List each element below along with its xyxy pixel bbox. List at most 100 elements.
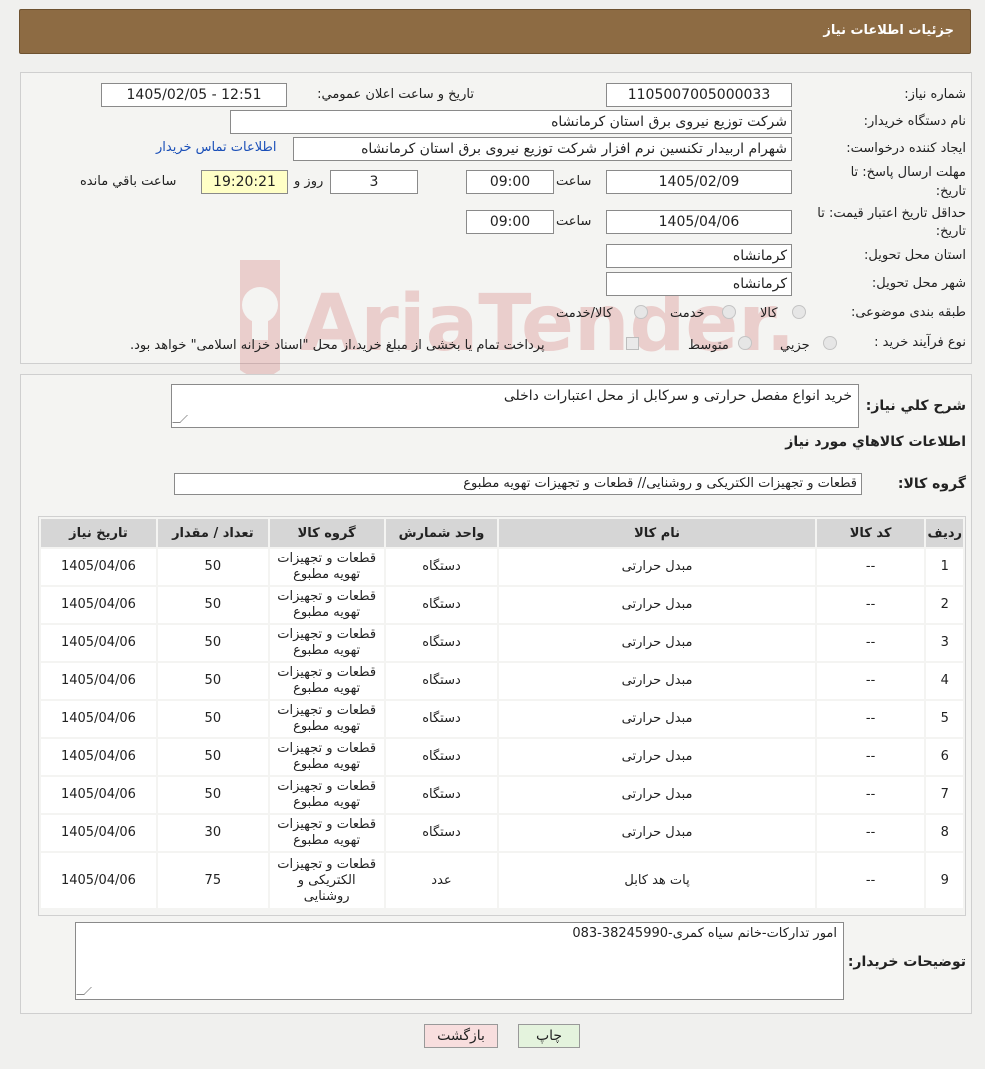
table-row: 2 -- مبدل حرارتی دستگاه قطعات و تجهیزات ت… xyxy=(41,587,963,623)
cell-date: 1405/04/06 xyxy=(41,853,156,908)
cell-code: -- xyxy=(816,739,925,775)
cell-group: قطعات و تجهیزات تهویه مطبوع xyxy=(269,625,384,661)
category-option-goods-service: کالا/خدمت xyxy=(556,306,613,321)
cell-group: قطعات و تجهیزات تهویه مطبوع xyxy=(269,701,384,737)
cell-group-line: تهویه مطبوع xyxy=(293,567,361,582)
cell-code: -- xyxy=(816,701,925,737)
cell-date: 1405/04/06 xyxy=(41,549,156,585)
print-button[interactable]: چاپ xyxy=(518,1024,580,1048)
cell-name: مبدل حرارتی xyxy=(499,663,815,699)
buyer-contact-link[interactable]: اطلاعات تماس خریدار xyxy=(156,140,276,155)
table-row: 6 -- مبدل حرارتی دستگاه قطعات و تجهیزات ت… xyxy=(41,739,963,775)
cell-group-line: قطعات و تجهیزات xyxy=(277,741,377,756)
days-remaining-field: 3 xyxy=(330,170,418,194)
cell-group-line: قطعات و تجهیزات xyxy=(277,779,377,794)
summary-label: شرح کلي نیاز: xyxy=(865,398,966,414)
cell-group-line: تهویه مطبوع xyxy=(293,681,361,696)
cell-date: 1405/04/06 xyxy=(41,701,156,737)
cell-row-number: 1 xyxy=(926,549,963,585)
cell-qty: 50 xyxy=(157,739,268,775)
cell-group-line: تهویه مطبوع xyxy=(293,757,361,772)
category-radio-goods-service[interactable] xyxy=(634,305,648,319)
cell-unit: دستگاه xyxy=(385,701,498,737)
cell-date: 1405/04/06 xyxy=(41,739,156,775)
cell-group: قطعات و تجهیزات تهویه مطبوع xyxy=(269,549,384,585)
buyer-notes-textarea: امور تدارکات-خانم سیاه کمری-38245990-083 xyxy=(75,922,844,1000)
cell-code: -- xyxy=(816,853,925,908)
col-header-code: کد کالا xyxy=(816,519,925,547)
cell-group-line: تهویه مطبوع xyxy=(293,719,361,734)
treasury-checkbox[interactable] xyxy=(626,337,639,350)
cell-code: -- xyxy=(816,663,925,699)
col-header-date: تاریخ نیاز xyxy=(41,519,156,547)
creator-field: شهرام اربیدار تکنسین نرم افزار شرکت توزی… xyxy=(293,137,792,161)
goods-group-label: گروه کالا: xyxy=(897,476,966,492)
goods-info-title: اطلاعات کالاهاي مورد نیاز xyxy=(785,434,966,450)
category-option-service: خدمت xyxy=(670,306,705,321)
items-table-container: ردیف کد کالا نام کالا واحد شمارش گروه کا… xyxy=(38,516,966,916)
table-row: 1 -- مبدل حرارتی دستگاه قطعات و تجهیزات ت… xyxy=(41,549,963,585)
cell-group-line: تهویه مطبوع xyxy=(293,605,361,620)
cell-group-line: قطعات و تجهیزات xyxy=(277,627,377,642)
col-header-unit: واحد شمارش xyxy=(385,519,498,547)
cell-row-number: 6 xyxy=(926,739,963,775)
cell-name: مبدل حرارتی xyxy=(499,777,815,813)
remaining-time-field: 19:20:21 xyxy=(201,170,288,194)
col-header-group: گروه کالا xyxy=(269,519,384,547)
need-number-field: 1105007005000033 xyxy=(606,83,792,107)
deadline-time-field: 09:00 xyxy=(466,170,554,194)
cell-date: 1405/04/06 xyxy=(41,663,156,699)
table-row: 3 -- مبدل حرارتی دستگاه قطعات و تجهیزات ت… xyxy=(41,625,963,661)
cell-row-number: 4 xyxy=(926,663,963,699)
resize-grip-icon[interactable] xyxy=(172,415,188,423)
deadline-date-field: 1405/02/09 xyxy=(606,170,792,194)
cell-unit: دستگاه xyxy=(385,815,498,851)
category-radio-service[interactable] xyxy=(722,305,736,319)
cell-row-number: 9 xyxy=(926,853,963,908)
cell-unit: عدد xyxy=(385,853,498,908)
deadline-time-label: ساعت xyxy=(556,174,592,189)
cell-row-number: 7 xyxy=(926,777,963,813)
process-radio-medium[interactable] xyxy=(738,336,752,350)
table-row: 5 -- مبدل حرارتی دستگاه قطعات و تجهیزات ت… xyxy=(41,701,963,737)
category-option-goods: کالا xyxy=(760,306,778,321)
buyer-notes-text: امور تدارکات-خانم سیاه کمری-38245990-083 xyxy=(572,926,837,941)
cell-group: قطعات و تجهیزات تهویه مطبوع xyxy=(269,663,384,699)
category-label: طبقه بندی موضوعی: xyxy=(850,305,966,320)
col-header-name: نام کالا xyxy=(499,519,815,547)
cell-unit: دستگاه xyxy=(385,663,498,699)
cell-group: قطعات و تجهیزات تهویه مطبوع xyxy=(269,587,384,623)
treasury-note: پرداخت تمام یا بخشی از مبلغ خرید،از محل … xyxy=(130,338,545,353)
deadline-label: مهلت ارسال پاسخ: تا xyxy=(850,165,966,180)
col-header-qty: تعداد / مقدار xyxy=(157,519,268,547)
cell-name: مبدل حرارتی xyxy=(499,701,815,737)
cell-qty: 50 xyxy=(157,701,268,737)
category-radio-goods[interactable] xyxy=(792,305,806,319)
validity-label: حداقل تاریخ اعتبار قیمت: تا xyxy=(817,206,966,221)
cell-qty: 30 xyxy=(157,815,268,851)
cell-date: 1405/04/06 xyxy=(41,587,156,623)
table-row: 4 -- مبدل حرارتی دستگاه قطعات و تجهیزات ت… xyxy=(41,663,963,699)
validity-date-field: 1405/04/06 xyxy=(606,210,792,234)
process-radio-minor[interactable] xyxy=(823,336,837,350)
process-type-label: نوع فرآیند خرید : xyxy=(874,335,966,350)
cell-name: پات هد کابل xyxy=(499,853,815,908)
cell-name: مبدل حرارتی xyxy=(499,739,815,775)
cell-unit: دستگاه xyxy=(385,777,498,813)
cell-group-line: تهویه مطبوع xyxy=(293,833,361,848)
resize-grip-icon[interactable] xyxy=(76,987,92,995)
process-option-medium: متوسط xyxy=(688,338,729,353)
cell-group-line: روشنایی xyxy=(303,888,350,904)
cell-group-line: قطعات و تجهیزات xyxy=(277,589,377,604)
cell-group-line: قطعات و تجهیزات xyxy=(277,817,377,832)
cell-group-line: قطعات و تجهیزات xyxy=(277,703,377,718)
cell-group: قطعات و تجهیزات تهویه مطبوع xyxy=(269,739,384,775)
cell-qty: 75 xyxy=(157,853,268,908)
cell-qty: 50 xyxy=(157,549,268,585)
validity-time-field: 09:00 xyxy=(466,210,554,234)
creator-label: ایجاد کننده درخواست: xyxy=(846,141,966,156)
announce-datetime-field: 1405/02/05 - 12:51 xyxy=(101,83,287,107)
cell-qty: 50 xyxy=(157,587,268,623)
back-button[interactable]: بازگشت xyxy=(424,1024,498,1048)
city-label: شهر محل تحویل: xyxy=(871,276,966,291)
